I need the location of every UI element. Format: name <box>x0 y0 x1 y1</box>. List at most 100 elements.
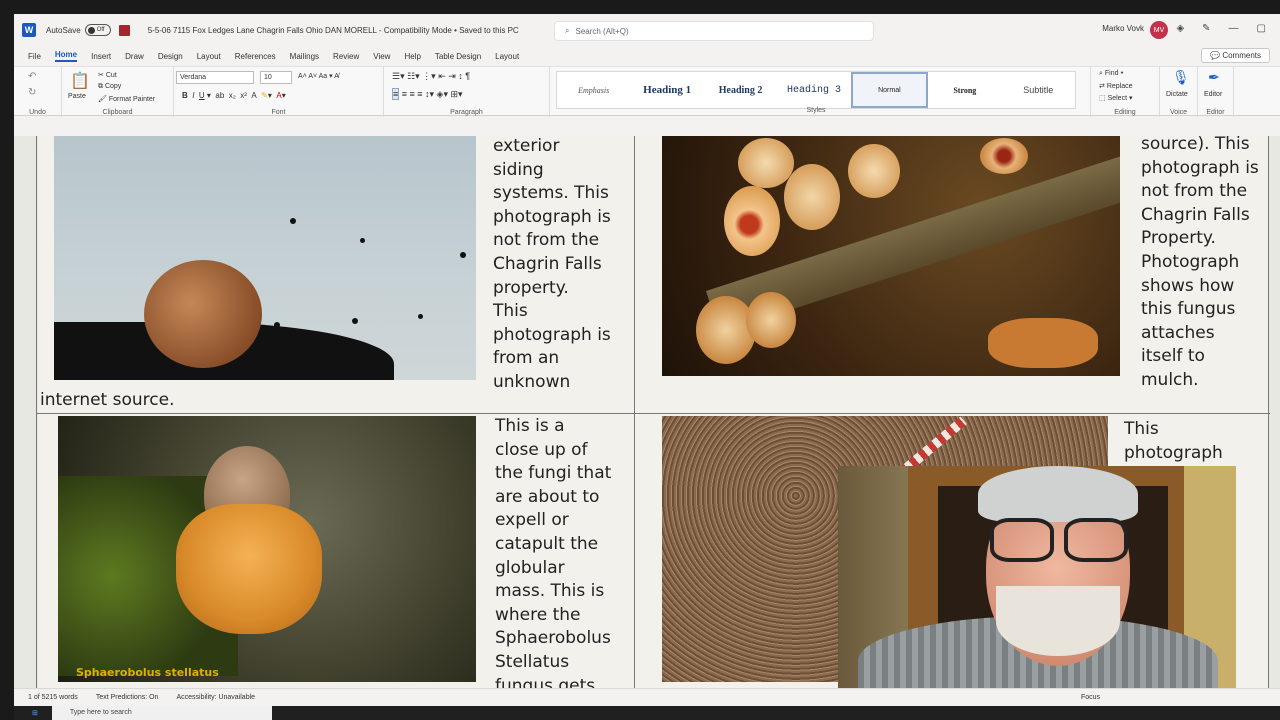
search-placeholder: Search (Alt+Q) <box>575 26 629 36</box>
spore-dot <box>460 252 466 258</box>
spore-dot <box>360 238 365 243</box>
table-border-left <box>36 136 37 688</box>
font-group: Verdana 10 A˄ A˅ Aa ▾ A̸ B I U ▾ ab x₂ x… <box>174 67 384 117</box>
mulch-fungus-photo <box>662 136 1120 376</box>
dictate-button[interactable]: Dictate <box>1166 91 1188 98</box>
tab-layout[interactable]: Layout <box>197 52 221 61</box>
table-border-row <box>36 413 1270 414</box>
cell-text-bottom-left: This is a close up of the fungi that are… <box>495 416 612 688</box>
style-strong[interactable]: Strong <box>928 72 1001 108</box>
copy-label: Copy <box>104 83 122 90</box>
tab-mailings[interactable]: Mailings <box>290 52 319 61</box>
autosave-toggle[interactable]: Off <box>84 24 111 36</box>
tab-review[interactable]: Review <box>333 52 359 61</box>
tab-help[interactable]: Help <box>404 52 420 61</box>
comments-label: Comments <box>1222 51 1261 60</box>
cell-text-top-right: source). This photograph is not from the… <box>1141 136 1259 390</box>
windows-start-icon[interactable]: ⊞ <box>32 709 38 717</box>
diamond-icon[interactable]: ◈ <box>1176 23 1184 34</box>
fungus-cup <box>724 186 780 256</box>
tab-design[interactable]: Design <box>158 52 183 61</box>
penny-coin <box>144 260 262 368</box>
word-count[interactable]: 1 of 5215 words <box>28 694 78 701</box>
maximize-icon[interactable]: ▢ <box>1257 23 1266 34</box>
paste-button[interactable]: Paste <box>68 93 86 100</box>
fungus-cup <box>848 144 900 198</box>
taskbar-search[interactable]: Type here to search <box>51 706 272 720</box>
editor-button[interactable]: Editor <box>1204 91 1222 98</box>
spore-dot <box>274 322 280 328</box>
font-name-select[interactable]: Verdana <box>176 71 254 84</box>
pen-icon[interactable]: ✎ <box>1202 23 1210 34</box>
font-grow-icon[interactable]: A˄ A˅ Aa ▾ A̸ <box>298 72 339 80</box>
title-bar: W AutoSave Off 5-5-06 7115 Fox Ledges La… <box>14 14 1280 46</box>
tab-table-design[interactable]: Table Design <box>435 52 481 61</box>
user-name: Marko Vovk <box>1102 24 1144 33</box>
titlebar-icons: ◈ ✎ — ▢ <box>1176 23 1266 34</box>
fungus-cup <box>784 164 840 230</box>
cell-text-top-left: exterior siding systems. This photograph… <box>493 136 611 392</box>
avatar[interactable]: MV <box>1150 21 1168 39</box>
align-icons[interactable]: ≡ ≡ ≡ ≡ ↕▾ ◈▾ ⊞▾ <box>392 88 463 100</box>
style-normal[interactable]: Normal <box>850 72 929 108</box>
font-size-select[interactable]: 10 <box>260 71 292 84</box>
microphone-icon[interactable]: 🎙 <box>1172 69 1190 86</box>
style-subtitle[interactable]: Subtitle <box>1002 72 1075 108</box>
paste-icon[interactable]: 📋 <box>70 71 90 91</box>
tab-home[interactable]: Home <box>54 50 78 62</box>
minimize-icon[interactable]: — <box>1229 23 1239 34</box>
glasses-left <box>990 518 1054 562</box>
accessibility-status[interactable]: Accessibility: Unavailable <box>176 694 255 701</box>
document-canvas[interactable]: exterior siding systems. This photograph… <box>14 136 1280 688</box>
text-predictions[interactable]: Text Predictions: On <box>96 694 159 701</box>
undo-icon[interactable]: ↶ <box>28 71 36 82</box>
cut-button[interactable]: ✂ Cut <box>98 71 117 79</box>
voice-group: 🎙 Dictate Voice <box>1160 67 1198 117</box>
ribbon: ↶ ↻ Undo 📋 Paste ✂ Cut ⧉ Copy 🖌 Format P… <box>14 66 1280 117</box>
redo-icon[interactable]: ↻ <box>28 87 36 98</box>
save-icon[interactable] <box>118 24 130 36</box>
tab-file[interactable]: File <box>28 52 41 61</box>
tab-draw[interactable]: Draw <box>125 52 144 61</box>
select-button[interactable]: ⬚ Select ▾ <box>1099 94 1133 102</box>
format-buttons[interactable]: B I U ▾ ab x₂ x² A ✎▾ A▾ <box>182 91 286 100</box>
voice-group-label: Voice <box>1169 109 1188 116</box>
style-emphasis[interactable]: Emphasis <box>557 72 630 108</box>
autosave-label: AutoSave <box>46 25 81 35</box>
replace-button[interactable]: ⇄ Replace <box>1099 82 1133 90</box>
paragraph-group-label: Paragraph <box>450 109 483 116</box>
find-label: Find <box>1104 70 1119 77</box>
find-button[interactable]: ⌕ Find ▾ <box>1099 70 1123 78</box>
format-painter-button[interactable]: 🖌 Format Painter <box>98 95 155 103</box>
style-heading-3[interactable]: Heading 3 <box>777 72 850 108</box>
cut-label: Cut <box>105 72 117 79</box>
cell-text-internet-source: internet source. <box>40 390 175 410</box>
cap <box>978 466 1138 522</box>
focus-button[interactable]: Focus <box>1081 694 1100 701</box>
style-heading-2[interactable]: Heading 2 <box>704 72 777 108</box>
editor-icon[interactable]: ✒ <box>1208 69 1220 86</box>
tab-table-layout[interactable]: Layout <box>495 52 519 61</box>
list-icons[interactable]: ☰▾ ☷▾ ⋮▾ ⇤ ⇥ ↕ ¶ <box>392 71 470 82</box>
spore-dot <box>418 314 423 319</box>
fungus-star-cup <box>176 504 322 634</box>
word-window: W AutoSave Off 5-5-06 7115 Fox Ledges La… <box>14 14 1280 720</box>
copy-button[interactable]: ⧉ Copy <box>98 83 121 91</box>
tab-references[interactable]: References <box>235 52 276 61</box>
glasses-right <box>1064 518 1128 562</box>
comments-button[interactable]: 💬 Comments <box>1201 48 1270 63</box>
clipboard-group: 📋 Paste ✂ Cut ⧉ Copy 🖌 Format Painter Cl… <box>62 67 174 117</box>
font-group-label: Font <box>271 109 286 116</box>
tab-view[interactable]: View <box>373 52 390 61</box>
autosave-state: Off <box>96 27 105 33</box>
editor-group-label: Editor <box>1206 109 1225 116</box>
tab-insert[interactable]: Insert <box>91 52 111 61</box>
styles-group-label: Styles <box>806 107 826 114</box>
document-title: 5-5-06 7115 Fox Ledges Lane Chagrin Fall… <box>147 25 519 35</box>
clipboard-group-label: Clipboard <box>102 109 133 116</box>
fungus-cup <box>746 292 796 348</box>
search-box[interactable]: ⌕ Search (Alt+Q) <box>554 21 874 41</box>
style-heading-1[interactable]: Heading 1 <box>630 72 703 108</box>
paragraph-group: ☰▾ ☷▾ ⋮▾ ⇤ ⇥ ↕ ¶ ≡ ≡ ≡ ≡ ↕▾ ◈▾ ⊞▾ Paragr… <box>384 67 550 117</box>
taskbar: ⊞ Type here to search <box>14 706 1280 720</box>
